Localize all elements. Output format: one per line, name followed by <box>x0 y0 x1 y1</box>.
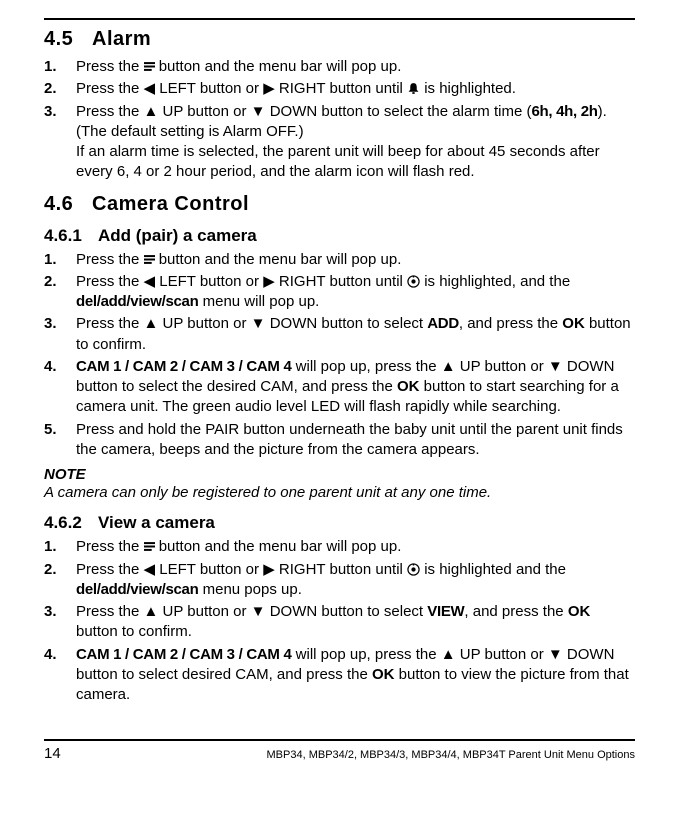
subsection-title: View a camera <box>98 513 215 532</box>
list-item: Press the button and the menu bar will p… <box>44 57 635 77</box>
menu-text: ADD <box>427 315 459 332</box>
menu-icon <box>144 254 155 265</box>
list-item: CAM 1 / CAM 2 / CAM 3 / CAM 4 will pop u… <box>44 645 635 706</box>
list-item: Press the ▲ UP button or ▼ DOWN button t… <box>44 102 635 183</box>
menu-text: CAM 1 / CAM 2 / CAM 3 / CAM 4 <box>76 358 292 375</box>
down-triangle-icon: ▼ <box>251 316 266 331</box>
menu-icon <box>144 541 155 552</box>
subsection-title: Add (pair) a camera <box>98 226 257 245</box>
list-item: CAM 1 / CAM 2 / CAM 3 / CAM 4 will pop u… <box>44 357 635 418</box>
list-item: Press the ◀ LEFT button or ▶ RIGHT butto… <box>44 560 635 601</box>
down-triangle-icon: ▼ <box>251 604 266 619</box>
page-number: 14 <box>44 745 61 762</box>
footer-info: MBP34, MBP34/2, MBP34/3, MBP34/4, MBP34T… <box>267 749 635 761</box>
top-rule <box>44 18 635 20</box>
subsection-number: 4.6.2 <box>44 513 98 533</box>
left-triangle-icon: ◀ <box>144 274 156 289</box>
list-item: Press the ◀ LEFT button or ▶ RIGHT butto… <box>44 79 635 99</box>
down-triangle-icon: ▼ <box>548 647 563 662</box>
right-triangle-icon: ▶ <box>263 81 275 96</box>
section-title: Alarm <box>92 28 151 50</box>
up-triangle-icon: ▲ <box>144 604 159 619</box>
right-triangle-icon: ▶ <box>263 274 275 289</box>
menu-text: VIEW <box>427 603 464 620</box>
manual-page: 4.5Alarm Press the button and the menu b… <box>0 0 679 770</box>
subsection-number: 4.6.1 <box>44 226 98 246</box>
subsection-4-6-2-heading: 4.6.2View a camera <box>44 513 635 533</box>
section-4-6-heading: 4.6Camera Control <box>44 193 635 216</box>
menu-text: del/add/view/scan <box>76 581 198 598</box>
list-item: Press the ▲ UP button or ▼ DOWN button t… <box>44 602 635 643</box>
right-triangle-icon: ▶ <box>263 562 275 577</box>
note-body: A camera can only be registered to one p… <box>44 483 635 503</box>
camera-icon <box>407 563 420 576</box>
section-title: Camera Control <box>92 193 249 215</box>
up-triangle-icon: ▲ <box>144 316 159 331</box>
list-item: Press and hold the PAIR button underneat… <box>44 420 635 461</box>
up-triangle-icon: ▲ <box>441 647 456 662</box>
left-triangle-icon: ◀ <box>144 81 156 96</box>
list-item: Press the button and the menu bar will p… <box>44 250 635 270</box>
section-4-5-heading: 4.5Alarm <box>44 28 635 51</box>
page-footer: 14 MBP34, MBP34/2, MBP34/3, MBP34/4, MBP… <box>44 739 635 762</box>
subsection-4-6-1-heading: 4.6.1Add (pair) a camera <box>44 226 635 246</box>
list-item: Press the ◀ LEFT button or ▶ RIGHT butto… <box>44 272 635 313</box>
menu-text: CAM 1 / CAM 2 / CAM 3 / CAM 4 <box>76 646 292 663</box>
camera-icon <box>407 275 420 288</box>
section-4-5-steps: Press the button and the menu bar will p… <box>44 57 635 183</box>
down-triangle-icon: ▼ <box>251 104 266 119</box>
menu-text: 6h, 4h, 2h <box>531 103 597 120</box>
section-number: 4.6 <box>44 193 92 216</box>
bell-icon <box>407 82 420 95</box>
menu-text: del/add/view/scan <box>76 293 198 310</box>
menu-icon <box>144 61 155 72</box>
up-triangle-icon: ▲ <box>441 359 456 374</box>
subsection-4-6-1-steps: Press the button and the menu bar will p… <box>44 250 635 461</box>
down-triangle-icon: ▼ <box>548 359 563 374</box>
note-heading: NOTE <box>44 466 635 483</box>
left-triangle-icon: ◀ <box>144 562 156 577</box>
list-item: Press the button and the menu bar will p… <box>44 537 635 557</box>
subsection-4-6-2-steps: Press the button and the menu bar will p… <box>44 537 635 705</box>
up-triangle-icon: ▲ <box>144 104 159 119</box>
list-item: Press the ▲ UP button or ▼ DOWN button t… <box>44 314 635 355</box>
section-number: 4.5 <box>44 28 92 51</box>
